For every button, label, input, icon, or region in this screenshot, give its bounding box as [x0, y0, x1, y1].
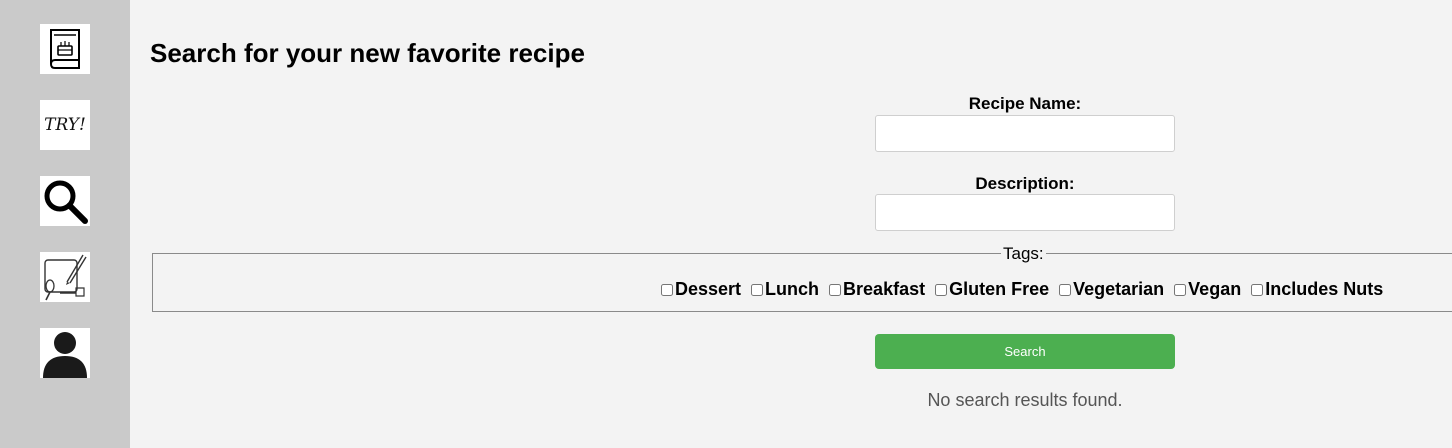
tag-label: Breakfast [843, 279, 926, 299]
tag-label: Vegan [1188, 279, 1242, 299]
sidebar: TRY! [0, 0, 130, 448]
tag-label: Lunch [765, 279, 820, 299]
no-results-message: No search results found. [927, 390, 1123, 410]
tag-label: Includes Nuts [1265, 279, 1384, 299]
tags-fieldset: Tags: Dessert Lunch Breakfast Gluten Fre… [152, 245, 1452, 312]
description-label: Description: [975, 174, 1075, 193]
tag-breakfast-checkbox[interactable] [829, 283, 842, 296]
tags-row: Dessert Lunch Breakfast Gluten Free Vege… [661, 279, 1393, 300]
cookbook-icon [50, 29, 80, 69]
tag-dessert-checkbox[interactable] [661, 283, 673, 296]
nav-search-button[interactable] [40, 176, 90, 226]
tag-dessert[interactable]: Dessert [661, 279, 741, 300]
recipe-name-label: Recipe Name: [968, 94, 1082, 113]
user-icon [43, 332, 87, 378]
tag-lunch[interactable]: Lunch [751, 279, 819, 300]
try-text-icon: TRY! [44, 115, 86, 135]
tag-gluten-free[interactable]: Gluten Free [935, 279, 1049, 300]
nav-cookbook-button[interactable] [40, 24, 90, 74]
tags-legend: Tags: [1001, 244, 1046, 263]
nav-profile-button[interactable] [40, 328, 90, 378]
search-button[interactable]: Search [875, 334, 1175, 369]
tag-label: Vegetarian [1073, 279, 1165, 299]
tag-includes-nuts[interactable]: Includes Nuts [1251, 279, 1383, 300]
description-input[interactable] [875, 194, 1175, 231]
tag-vegetarian-checkbox[interactable] [1059, 283, 1072, 296]
recipe-name-input[interactable] [875, 115, 1175, 152]
tag-vegan[interactable]: Vegan [1174, 279, 1241, 300]
main-content: Search for your new favorite recipe Reci… [130, 0, 1452, 448]
magnifier-icon [44, 180, 88, 224]
tag-vegan-checkbox[interactable] [1174, 283, 1187, 296]
page-title: Search for your new favorite recipe [150, 38, 585, 68]
tag-label: Gluten Free [949, 279, 1050, 299]
tag-vegetarian[interactable]: Vegetarian [1059, 279, 1164, 300]
nav-try-button[interactable]: TRY! [40, 100, 90, 150]
tag-gluten-free-checkbox[interactable] [935, 283, 948, 296]
nav-create-button[interactable] [40, 252, 90, 302]
tag-lunch-checkbox[interactable] [751, 283, 764, 296]
write-recipe-icon [44, 254, 87, 301]
tag-label: Dessert [675, 279, 742, 299]
tag-includes-nuts-checkbox[interactable] [1251, 283, 1264, 296]
tag-breakfast[interactable]: Breakfast [829, 279, 925, 300]
